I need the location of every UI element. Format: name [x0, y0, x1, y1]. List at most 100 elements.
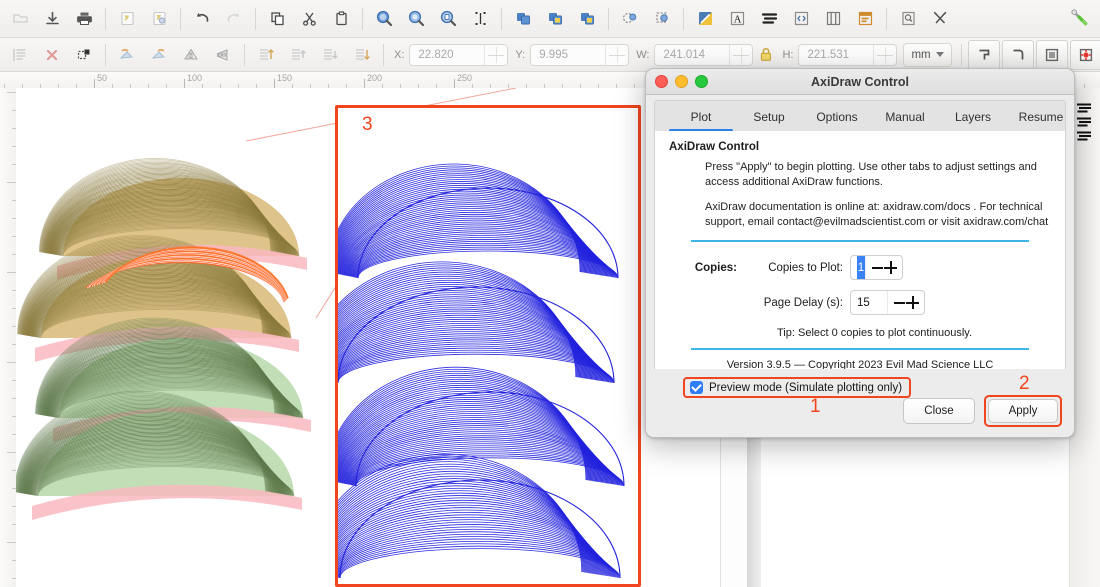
snap-bbox-icon[interactable] [1035, 39, 1068, 70]
page-delay-row: Page Delay (s): 15 [747, 290, 925, 316]
tab-resume[interactable]: Resume [1007, 103, 1065, 131]
x-field-steppers[interactable] [484, 44, 507, 65]
layers-panel-icon[interactable] [850, 5, 880, 33]
zoom-in-icon[interactable] [369, 5, 399, 33]
copies-decrement-icon[interactable] [872, 266, 883, 269]
tab-setup[interactable]: Setup [735, 103, 803, 131]
axidraw-icon[interactable] [1065, 5, 1095, 33]
ruler-label: 200 [367, 73, 383, 83]
tab-layers[interactable]: Layers [939, 103, 1007, 131]
copies-to-plot-value[interactable]: 1 [857, 256, 865, 280]
x-field[interactable]: 22.820 [409, 43, 509, 66]
cut-icon[interactable] [294, 5, 324, 33]
x-field-group: X: 22.820 [391, 43, 509, 66]
lower-to-bottom-icon[interactable] [347, 41, 377, 69]
open-icon[interactable] [5, 5, 35, 33]
maximize-window-button[interactable] [695, 75, 708, 88]
rotate-ccw-icon[interactable] [112, 41, 142, 69]
tab-manual[interactable]: Manual [871, 103, 939, 131]
raise-icon[interactable] [283, 41, 313, 69]
document-properties-icon[interactable] [893, 5, 923, 33]
raise-to-top-icon[interactable] [251, 41, 281, 69]
xml-editor-icon[interactable] [786, 5, 816, 33]
copies-section-label: Copies: [694, 262, 737, 275]
dock-align3-icon[interactable] [1076, 128, 1094, 146]
h-field-steppers[interactable] [873, 44, 896, 65]
text-tool-icon[interactable]: A [722, 5, 752, 33]
units-select[interactable]: mm [903, 42, 952, 67]
w-field[interactable]: 241.014 [654, 43, 754, 66]
copy-icon[interactable] [262, 5, 292, 33]
select-same-icon[interactable] [69, 41, 99, 69]
toolbar-divider [255, 7, 256, 30]
edit-paths-icon[interactable] [690, 5, 720, 33]
tab-options[interactable]: Options [803, 103, 871, 131]
tab-options-label: Options [816, 110, 858, 124]
paste-icon[interactable] [326, 5, 356, 33]
redo-icon[interactable] [219, 5, 249, 33]
page-delay-increment-icon[interactable] [906, 296, 919, 310]
zoom-out-icon[interactable] [401, 5, 431, 33]
dialog-button-row: Close Apply [903, 395, 1062, 427]
preview-arc [338, 540, 618, 578]
align-icon[interactable] [754, 5, 784, 33]
panel-heading: AxiDraw Control [669, 141, 760, 153]
h-field-label: H: [782, 48, 794, 61]
units-value: mm [911, 48, 931, 61]
ruler-major-tick [454, 79, 455, 88]
h-field[interactable]: 221.531 [798, 43, 898, 66]
path-union-icon[interactable] [615, 5, 645, 33]
preferences-icon[interactable] [925, 5, 955, 33]
export-icon[interactable] [144, 5, 174, 33]
rotate-cw-icon[interactable] [144, 41, 174, 69]
dialog-footer: Preview mode (Simulate plotting only) 1 … [646, 369, 1074, 437]
page-delay-stepper[interactable]: 15 [850, 290, 925, 316]
dialog-titlebar[interactable]: AxiDraw Control [646, 69, 1074, 95]
vertical-ruler[interactable] [0, 88, 17, 587]
deselect-icon[interactable] [37, 41, 67, 69]
window-controls [655, 75, 708, 88]
save-icon[interactable] [37, 5, 67, 33]
close-window-button[interactable] [655, 75, 668, 88]
callout-number-3: 3 [362, 114, 373, 135]
y-field[interactable]: 9.995 [530, 43, 630, 66]
spiral-dome-artwork[interactable] [16, 88, 346, 587]
copies-to-plot-row: Copies to Plot: 1 [747, 255, 925, 281]
zoom-selection-icon[interactable] [465, 5, 495, 33]
page-delay-decrement-icon[interactable] [894, 301, 905, 304]
ungroup-icon[interactable] [572, 5, 602, 33]
snap-corner-icon[interactable] [967, 39, 1000, 70]
objects-panel-icon[interactable] [818, 5, 848, 33]
tab-plot[interactable]: Plot [667, 103, 735, 132]
print-icon[interactable] [69, 5, 99, 33]
preview-mode-checkbox[interactable] [690, 380, 703, 394]
path-difference-icon[interactable] [647, 5, 677, 33]
lock-ratio-icon[interactable] [758, 46, 774, 64]
copies-to-plot-stepper[interactable]: 1 [850, 255, 903, 281]
w-field-steppers[interactable] [729, 44, 752, 65]
lower-icon[interactable] [315, 41, 345, 69]
snap-center-icon[interactable] [1069, 39, 1100, 70]
zoom-page-icon[interactable] [433, 5, 463, 33]
snap-node-icon[interactable] [1001, 39, 1034, 70]
copies-increment-icon[interactable] [884, 261, 897, 275]
page-delay-buttons[interactable] [887, 291, 924, 315]
flip-vertical-icon[interactable] [208, 41, 238, 69]
import-icon[interactable] [112, 5, 142, 33]
y-field-steppers[interactable] [605, 44, 628, 65]
minimize-window-button[interactable] [675, 75, 688, 88]
undo-icon[interactable] [187, 5, 217, 33]
ruler-tick [7, 272, 16, 273]
flip-horizontal-icon[interactable] [176, 41, 206, 69]
y-field-value: 9.995 [539, 48, 568, 61]
plot-preview-callout[interactable]: 3 [335, 105, 641, 587]
select-all-icon[interactable] [5, 41, 35, 69]
group-icon[interactable] [508, 5, 538, 33]
apply-button[interactable]: Apply [988, 399, 1058, 423]
group-enter-icon[interactable] [540, 5, 570, 33]
toolbar-divider [886, 7, 887, 30]
page-delay-value[interactable]: 15 [851, 291, 887, 314]
close-button[interactable]: Close [903, 398, 975, 424]
axidraw-control-dialog[interactable]: AxiDraw Control Plot Setup Options Manua… [645, 68, 1075, 438]
copies-to-plot-buttons[interactable] [865, 256, 902, 280]
